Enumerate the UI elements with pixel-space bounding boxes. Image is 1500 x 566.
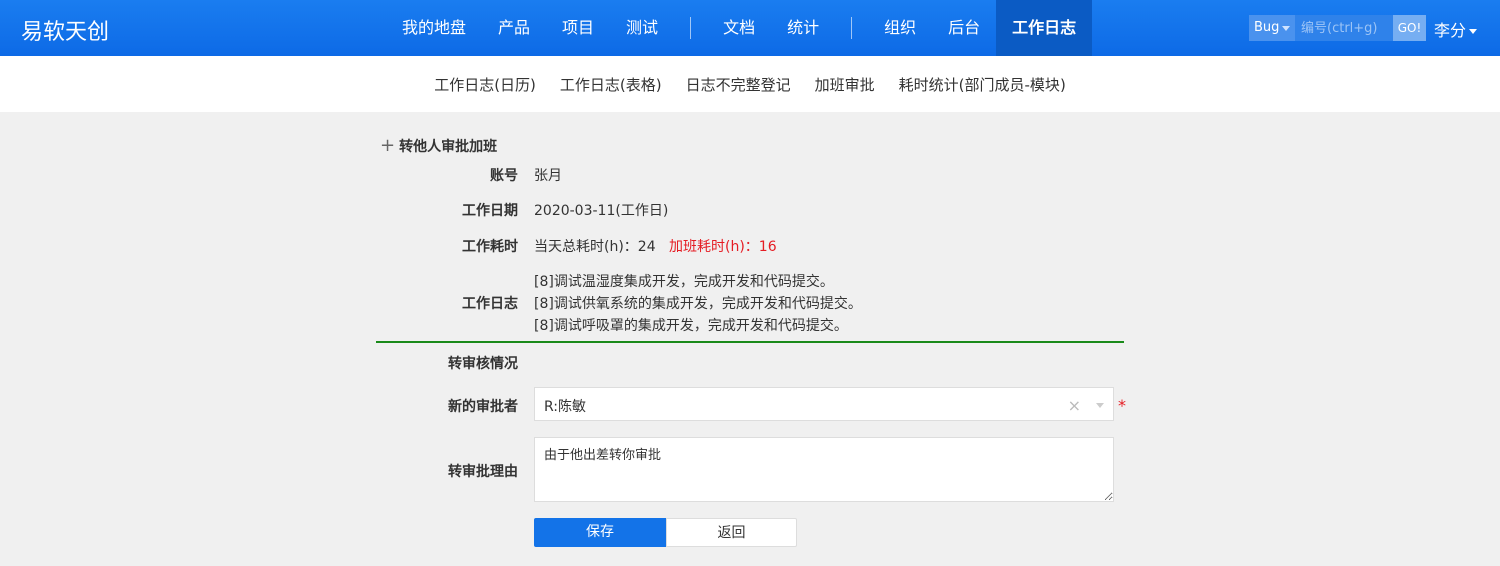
nav-item-my-dashboard[interactable]: 我的地盘 — [386, 0, 482, 56]
user-name: 李分 — [1434, 21, 1467, 40]
new-approver-value: R:陈敏 — [544, 399, 587, 415]
nav-item-doc[interactable]: 文档 — [707, 0, 771, 56]
new-approver-select[interactable]: R:陈敏 × — [534, 387, 1114, 421]
search-type-select[interactable]: Bug — [1249, 15, 1295, 41]
reason-label: 转审批理由 — [448, 464, 518, 480]
overtime-hours: 加班耗时(h)：16 — [668, 239, 777, 255]
top-navbar: 易软天创 我的地盘 产品 项目 测试 文档 统计 组织 后台 工作日志 Bug … — [0, 0, 1500, 56]
sub-nav: 工作日志(日历) 工作日志(表格) 日志不完整登记 加班审批 耗时统计(部门成员… — [0, 56, 1500, 112]
save-button[interactable]: 保存 — [534, 518, 666, 547]
search-input[interactable] — [1295, 15, 1393, 41]
back-button[interactable]: 返回 — [666, 518, 797, 547]
required-marker: * — [1118, 396, 1126, 415]
user-menu[interactable]: 李分 — [1434, 17, 1478, 41]
nav-item-test[interactable]: 测试 — [610, 0, 674, 56]
section-divider — [376, 341, 1124, 343]
subnav-item-incomplete-log[interactable]: 日志不完整登记 — [674, 74, 803, 95]
work-log-line: [8]调试温湿度集成开发，完成开发和代码提交。 — [534, 274, 834, 290]
nav-item-project[interactable]: 项目 — [546, 0, 610, 56]
form-title-text: 转他人审批加班 — [399, 139, 498, 155]
work-date-label: 工作日期 — [462, 203, 518, 219]
transfer-status-label: 转审核情况 — [448, 356, 518, 372]
chevron-down-icon — [1469, 29, 1478, 34]
chevron-down-icon[interactable] — [1096, 403, 1104, 408]
account-label: 账号 — [490, 168, 518, 184]
work-time-label: 工作耗时 — [462, 239, 518, 255]
reason-textarea[interactable]: 由于他出差转你审批 — [534, 437, 1114, 502]
nav-item-product[interactable]: 产品 — [482, 0, 546, 56]
nav-divider — [690, 17, 692, 39]
nav-item-stats[interactable]: 统计 — [771, 0, 835, 56]
subnav-item-overtime-approval[interactable]: 加班审批 — [803, 74, 887, 95]
nav-divider — [851, 17, 853, 39]
subnav-item-worklog-calendar[interactable]: 工作日志(日历) — [422, 74, 548, 95]
new-approver-label: 新的审批者 — [448, 399, 518, 415]
chevron-down-icon — [1282, 26, 1290, 31]
work-log-label: 工作日志 — [462, 296, 518, 312]
clear-icon[interactable]: × — [1068, 396, 1081, 415]
account-value: 张月 — [534, 168, 562, 184]
nav-item-org[interactable]: 组织 — [868, 0, 932, 56]
work-log-value: [8]调试温湿度集成开发，完成开发和代码提交。 [8]调试供氧系统的集成开发，完… — [534, 271, 862, 337]
work-log-line: [8]调试呼吸罩的集成开发，完成开发和代码提交。 — [534, 318, 848, 334]
search-box: Bug GO! — [1249, 15, 1426, 41]
work-log-line: [8]调试供氧系统的集成开发，完成开发和代码提交。 — [534, 296, 862, 312]
search-go-button[interactable]: GO! — [1393, 15, 1426, 41]
nav-item-admin[interactable]: 后台 — [932, 0, 996, 56]
work-time-value: 当天总耗时(h)：24 加班耗时(h)：16 — [534, 236, 777, 256]
plus-icon: + — [380, 135, 396, 156]
subnav-item-worklog-table[interactable]: 工作日志(表格) — [548, 74, 674, 95]
form-title: + 转他人审批加班 — [380, 136, 497, 156]
total-hours: 当天总耗时(h)：24 — [534, 239, 656, 255]
work-date-value: 2020-03-11(工作日) — [534, 203, 669, 219]
nav-item-worklog[interactable]: 工作日志 — [996, 0, 1093, 56]
brand-logo[interactable]: 易软天创 — [21, 14, 109, 46]
main-nav: 我的地盘 产品 项目 测试 文档 统计 组织 后台 工作日志 — [386, 0, 1093, 56]
subnav-item-time-stats[interactable]: 耗时统计(部门成员-模块) — [887, 74, 1078, 95]
search-type-label: Bug — [1254, 20, 1280, 35]
